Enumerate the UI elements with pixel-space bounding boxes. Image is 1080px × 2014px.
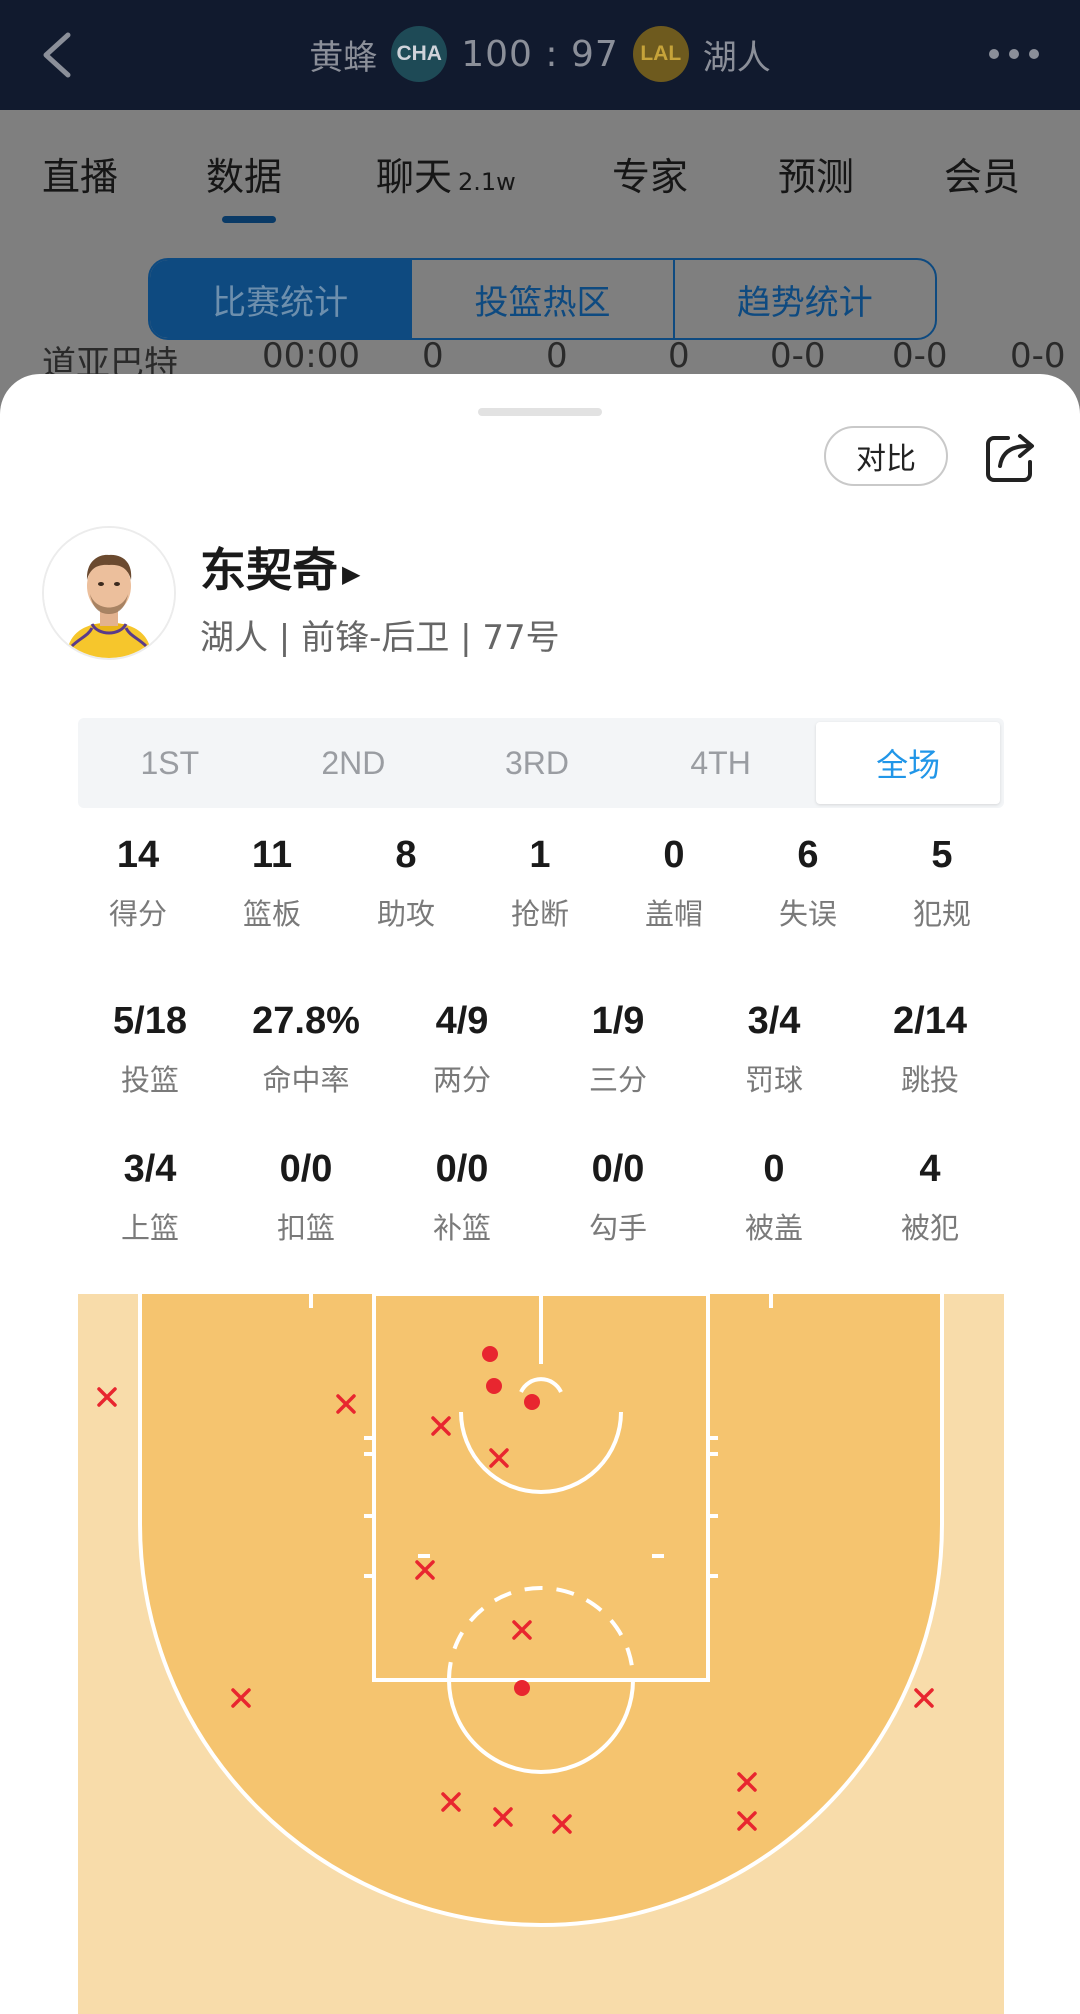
quarter-3rd[interactable]: 3RD: [445, 718, 629, 808]
stat-points: 14 得分: [108, 834, 168, 931]
stat-fouled: 4 被犯: [900, 1148, 960, 1245]
scoreline: 黄蜂 CHA 100 : 97 LAL 湖人: [0, 24, 1080, 84]
segment-shot-zones[interactable]: 投篮热区: [410, 260, 672, 338]
stat-hook: 0/0 勾手: [588, 1148, 648, 1245]
player-info: 湖人 | 前锋-后卫 | 77号: [200, 618, 560, 658]
tab-chat[interactable]: 聊天 2.1w: [376, 146, 516, 201]
hornets-logo-icon: CHA: [391, 26, 448, 82]
lakers-logo-icon: LAL: [632, 26, 689, 82]
stat-2pt: 4/9 两分: [432, 1000, 492, 1097]
stat-blocked: 0 被盖: [744, 1148, 804, 1245]
tab-bar: 直播 数据 聊天 2.1w 专家 预测 会员: [0, 110, 1080, 230]
table-row: 道亚巴特 00:00 0 0 0 0-0 0-0 0-0: [42, 336, 1066, 376]
quarter-1st[interactable]: 1ST: [78, 718, 262, 808]
stat-rebounds: 11 篮板: [242, 834, 302, 931]
made-shot-marker: [524, 1394, 540, 1410]
stat-fouls: 5 犯规: [912, 834, 972, 931]
segment-match-stats[interactable]: 比赛统计: [150, 260, 411, 338]
stat-turnovers: 6 失误: [778, 834, 838, 931]
score: 100 : 97: [461, 33, 619, 75]
made-shot-marker: [486, 1378, 502, 1394]
stat-tipin: 0/0 补篮: [432, 1148, 492, 1245]
player-stats-sheet: 对比 东契奇 ▶ 湖人 | 前锋-后卫 | 77号 1ST 2ND 3RD 4TH…: [0, 374, 1080, 2014]
match-header: 黄蜂 CHA 100 : 97 LAL 湖人: [0, 0, 1080, 110]
tab-vip[interactable]: 会员: [944, 146, 1020, 201]
quarter-4th[interactable]: 4TH: [629, 718, 813, 808]
active-tab-indicator: [222, 216, 276, 223]
chat-count: 2.1w: [458, 168, 516, 196]
stat-assists: 8 助攻: [376, 834, 436, 931]
more-dots-icon[interactable]: [986, 42, 1042, 66]
stat-blocks: 0 盖帽: [644, 834, 704, 931]
share-icon[interactable]: [984, 430, 1038, 484]
caret-right-icon: ▶: [342, 559, 361, 588]
tab-expert[interactable]: 专家: [612, 146, 688, 201]
player-avatar: [42, 526, 176, 660]
made-shot-marker: [482, 1346, 498, 1362]
stat-jumpshot: 2/14 跳投: [893, 1000, 967, 1097]
player-name[interactable]: 东契奇 ▶: [200, 534, 360, 600]
compare-button[interactable]: 对比: [824, 426, 948, 486]
stat-ft: 3/4 罚球: [744, 1000, 804, 1097]
tab-predict[interactable]: 预测: [778, 146, 854, 201]
home-team-name: 黄蜂: [309, 37, 378, 78]
quarter-selector: 1ST 2ND 3RD 4TH 全场: [78, 718, 1004, 808]
stat-layup: 3/4 上篮: [120, 1148, 180, 1245]
tab-live[interactable]: 直播: [42, 146, 118, 201]
player-photo-icon: [44, 528, 174, 658]
stat-fg: 5/18 投篮: [113, 1000, 187, 1097]
stat-3pt: 1/9 三分: [588, 1000, 648, 1097]
quarter-2nd[interactable]: 2ND: [262, 718, 446, 808]
sheet-drag-handle[interactable]: [478, 408, 602, 416]
stats-segment-control: 比赛统计 投篮热区 趋势统计: [148, 258, 937, 340]
shot-chart: [78, 1294, 1004, 2014]
segment-trend-stats[interactable]: 趋势统计: [672, 260, 935, 338]
quarter-full-game[interactable]: 全场: [816, 722, 1000, 804]
tab-data[interactable]: 数据: [206, 146, 282, 201]
stat-dunk: 0/0 扣篮: [276, 1148, 336, 1245]
away-team-name: 湖人: [702, 37, 771, 78]
stat-fg-pct: 27.8% 命中率: [252, 1000, 360, 1097]
made-shot-marker: [514, 1680, 530, 1696]
stat-steals: 1 抢断: [510, 834, 570, 931]
